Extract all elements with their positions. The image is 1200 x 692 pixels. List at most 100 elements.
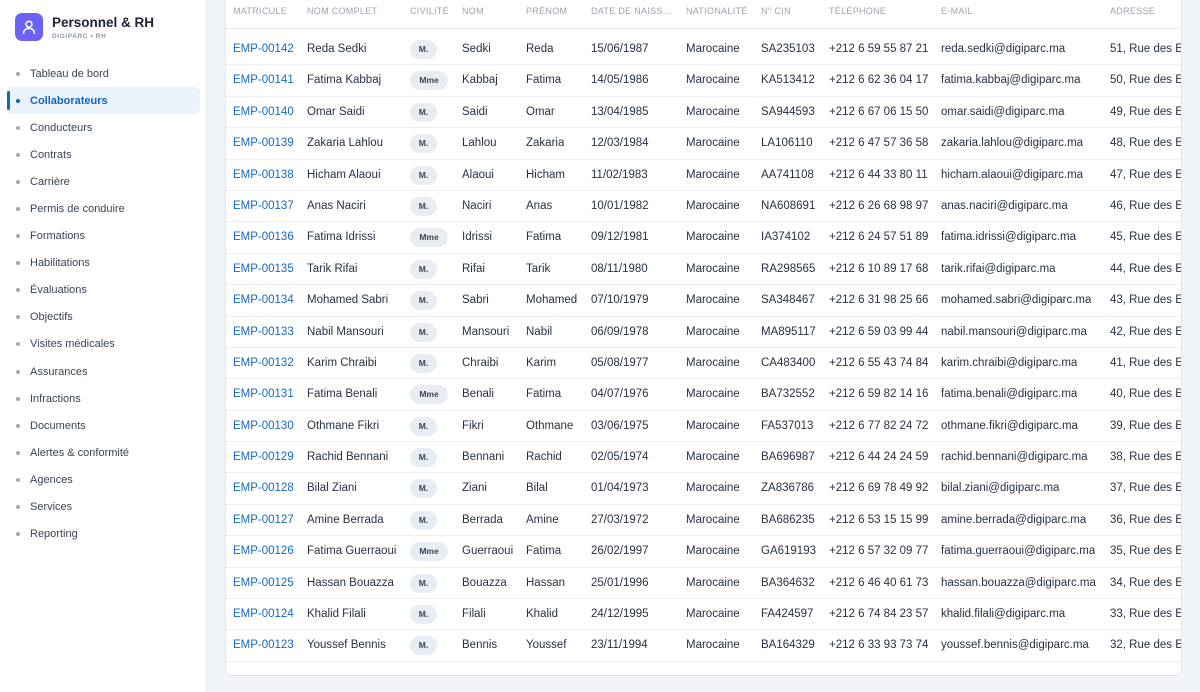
matricule-link[interactable]: EMP-00135 <box>233 254 294 285</box>
sidebar-item-8[interactable]: Évaluations <box>7 277 200 304</box>
sidebar-item-7[interactable]: Habilitations <box>7 250 200 277</box>
matricule-link[interactable]: EMP-00140 <box>233 97 294 128</box>
sidebar-item-13[interactable]: Documents <box>7 412 200 439</box>
nationality: Marocaine <box>686 545 740 558</box>
first-name: Amine <box>526 513 559 526</box>
table-row[interactable]: EMP-00126 Fatima Guerraoui Mme Guerraoui Fat… <box>226 536 1181 568</box>
sidebar-item-2[interactable]: Conducteurs <box>7 114 200 141</box>
matricule-link[interactable]: EMP-00138 <box>233 160 294 191</box>
phone-number: +212 6 55 43 74 84 <box>829 356 929 369</box>
table-row[interactable]: EMP-00132 Karim Chraibi M. Chraibi Karim 05/0… <box>226 348 1181 380</box>
date-naissance-header[interactable]: DATE DE NAISS… <box>591 1 672 21</box>
table-row[interactable]: EMP-00133 Nabil Mansouri M. Mansouri Nabil 06… <box>226 317 1181 348</box>
cin-number: SA944593 <box>761 105 815 118</box>
matricule-link[interactable]: EMP-00125 <box>233 568 294 599</box>
address: 37, Rue des E <box>1110 482 1182 495</box>
sidebar-item-12[interactable]: Infractions <box>7 385 200 412</box>
civility-badge: M. <box>410 416 437 436</box>
sidebar-item-4[interactable]: Carrière <box>7 168 200 195</box>
employees-table: MATRICULE NOM COMPLET CIVILITÉ NOM PRÉNOM DAT… <box>225 0 1182 676</box>
sidebar-item-14[interactable]: Alertes & conformité <box>7 439 200 466</box>
table-row[interactable]: EMP-00142 Reda Sedki M. Sedki Reda 15/06/1987… <box>226 34 1181 66</box>
matricule-link[interactable]: EMP-00123 <box>233 630 294 661</box>
email-address: hicham.alaoui@digiparc.ma <box>941 168 1084 181</box>
matricule-link[interactable]: EMP-00126 <box>233 536 294 567</box>
email-address: hassan.bouazza@digiparc.ma <box>941 576 1096 589</box>
matricule-link[interactable]: EMP-00142 <box>233 34 294 65</box>
address: 34, Rue des E <box>1110 576 1182 589</box>
sidebar-item-9[interactable]: Objectifs <box>7 304 200 331</box>
sidebar-item-16[interactable]: Services <box>7 494 200 521</box>
matricule-link[interactable]: EMP-00133 <box>233 317 294 348</box>
sidebar-item-11[interactable]: Assurances <box>7 358 200 385</box>
table-row[interactable]: EMP-00124 Khalid Filali M. Filali Khalid 24/1… <box>226 599 1182 631</box>
email-header[interactable]: E-MAIL <box>941 1 973 21</box>
sidebar-item-label: Assurances <box>30 365 88 378</box>
table-row[interactable]: EMP-00139 Zakaria Lahlou M. Lahlou Zakaria 12… <box>226 128 1181 160</box>
nationality: Marocaine <box>686 356 740 369</box>
birth-date: 24/12/1995 <box>591 608 649 621</box>
sidebar-item-17[interactable]: Reporting <box>7 521 200 548</box>
bullet-icon <box>16 423 20 428</box>
table-row[interactable]: EMP-00123 Youssef Bennis M. Bennis Youssef 23… <box>226 630 1181 662</box>
matricule-link[interactable]: EMP-00129 <box>233 442 294 473</box>
cin-number: MA895117 <box>761 325 816 338</box>
adresse-header[interactable]: ADRESSE <box>1110 1 1155 21</box>
nom-complet-header[interactable]: NOM COMPLET <box>307 1 377 21</box>
matricule-link[interactable]: EMP-00124 <box>233 599 294 630</box>
table-row[interactable]: EMP-00137 Anas Naciri M. Naciri Anas 10/01/19… <box>226 191 1181 223</box>
table-row[interactable]: EMP-00136 Fatima Idrissi Mme Idrissi Fatima 0… <box>226 222 1181 254</box>
matricule-link[interactable]: EMP-00134 <box>233 285 294 316</box>
bullet-icon <box>16 396 20 401</box>
sidebar-item-0[interactable]: Tableau de bord <box>7 60 200 87</box>
table-row[interactable]: EMP-00140 Omar Saidi M. Saidi Omar 13/04/1985… <box>226 97 1181 129</box>
full-name: Reda Sedki <box>307 43 367 55</box>
nom-header[interactable]: NOM <box>462 1 484 21</box>
bullet-icon <box>16 125 20 130</box>
table-row[interactable]: EMP-00138 Hicham Alaoui M. Alaoui Hicham 11/0… <box>226 160 1181 191</box>
cin-header[interactable]: N° CIN <box>761 1 791 21</box>
phone-number: +212 6 53 15 15 99 <box>829 513 929 526</box>
matricule-link[interactable]: EMP-00132 <box>233 348 294 379</box>
nationalite-header[interactable]: NATIONALITÉ <box>686 1 748 21</box>
table-row[interactable]: EMP-00128 Bilal Ziani M. Ziani Bilal 01/04/19… <box>226 473 1182 505</box>
table-row[interactable]: EMP-00130 Othmane Fikri M. Fikri Othmane 03/0… <box>226 411 1181 443</box>
address: 33, Rue des E <box>1110 608 1182 621</box>
matricule-link[interactable]: EMP-00128 <box>233 473 294 504</box>
table-row[interactable]: EMP-00134 Mohamed Sabri M. Sabri Mohamed 07/1… <box>226 285 1181 317</box>
table-row[interactable]: EMP-00127 Amine Berrada M. Berrada Amine 27/0… <box>226 505 1181 537</box>
prenom-header[interactable]: PRÉNOM <box>526 1 567 21</box>
sidebar-item-15[interactable]: Agences <box>7 466 200 493</box>
last-name: Saidi <box>462 105 488 118</box>
sidebar-item-3[interactable]: Contrats <box>7 141 200 168</box>
sidebar-item-label: Carrière <box>30 175 70 188</box>
phone-number: +212 6 47 57 36 58 <box>829 137 929 150</box>
civility-badge: Mme <box>410 71 448 91</box>
sidebar-item-label: Services <box>30 501 73 514</box>
table-row[interactable]: EMP-00125 Hassan Bouazza M. Bouazza Hassan 25… <box>226 568 1182 600</box>
matricule-header[interactable]: MATRICULE <box>233 1 287 21</box>
sidebar-item-10[interactable]: Visites médicales <box>7 331 200 358</box>
first-name: Fatima <box>526 545 562 558</box>
civilite-header[interactable]: CIVILITÉ <box>410 1 449 21</box>
nationality: Marocaine <box>686 137 740 150</box>
matricule-link[interactable]: EMP-00139 <box>233 128 294 159</box>
matricule-link[interactable]: EMP-00136 <box>233 222 294 253</box>
bullet-icon <box>16 98 20 103</box>
sidebar-item-6[interactable]: Formations <box>7 223 200 250</box>
sidebar-item-5[interactable]: Permis de conduire <box>7 195 200 222</box>
matricule-link[interactable]: EMP-00141 <box>233 65 294 96</box>
matricule-link[interactable]: EMP-00131 <box>233 379 294 410</box>
table-row[interactable]: EMP-00129 Rachid Bennani M. Bennani Rachid 02… <box>226 442 1181 474</box>
matricule-link[interactable]: EMP-00137 <box>233 191 294 222</box>
table-row[interactable]: EMP-00131 Fatima Benali Mme Benali Fatima 04/… <box>226 379 1181 411</box>
matricule-link[interactable]: EMP-00127 <box>233 505 294 536</box>
sidebar-item-1[interactable]: Collaborateurs <box>7 87 200 115</box>
phone-number: +212 6 31 98 25 66 <box>829 294 929 307</box>
table-row[interactable]: EMP-00141 Fatima Kabbaj Mme Kabbaj Fatima 14/… <box>226 65 1181 97</box>
table-row[interactable]: EMP-00135 Tarik Rifai M. Rifai Tarik 08/11/19… <box>226 254 1181 286</box>
last-name: Sabri <box>462 294 489 307</box>
matricule-link[interactable]: EMP-00130 <box>233 411 294 442</box>
last-name: Idrissi <box>462 231 493 244</box>
telephone-header[interactable]: TÉLÉPHONE <box>829 1 886 21</box>
